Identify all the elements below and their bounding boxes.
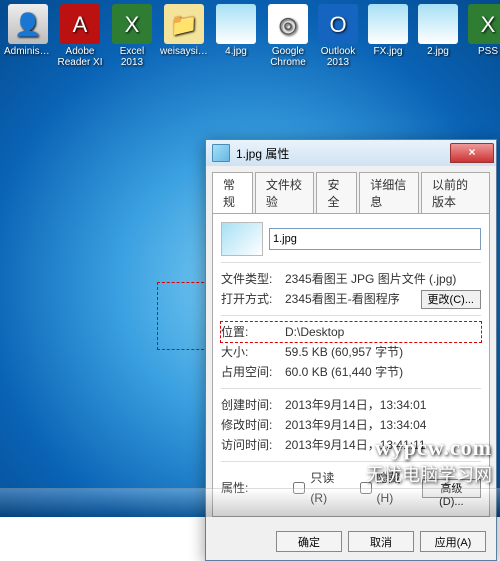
- icon-glyph: [368, 4, 408, 44]
- label-filetype: 文件类型:: [221, 269, 285, 289]
- taskbar[interactable]: [0, 488, 500, 517]
- value-filetype: 2345看图王 JPG 图片文件 (.jpg): [285, 269, 481, 289]
- icon-label: Adobe Reader XI: [56, 46, 104, 68]
- label-size: 大小:: [221, 342, 285, 362]
- selected-icon-highlight: [157, 282, 209, 350]
- label-sizeondisk: 占用空间:: [221, 362, 285, 382]
- label-accessed: 访问时间:: [221, 435, 285, 455]
- value-size: 59.5 KB (60,957 字节): [285, 342, 481, 362]
- desktop-icon[interactable]: ◎Google Chrome: [264, 4, 312, 72]
- icon-glyph: X: [468, 4, 500, 44]
- icon-glyph: X: [112, 4, 152, 44]
- desktop-icon[interactable]: AAdobe Reader XI: [56, 4, 104, 72]
- desktop-icon[interactable]: OOutlook 2013: [314, 4, 362, 72]
- value-openwith: 2345看图王-看图程序: [285, 289, 400, 309]
- icon-glyph: [216, 4, 256, 44]
- watermark-text: 无忧电脑学习网: [366, 461, 492, 487]
- value-modified: 2013年9月14日，13:34:04: [285, 415, 481, 435]
- desktop-icon[interactable]: 📁 weisaysim...: [160, 4, 208, 72]
- dialog-titlebar[interactable]: 1.jpg 属性 ×: [206, 140, 496, 166]
- label-openwith: 打开方式:: [221, 289, 285, 309]
- close-button[interactable]: ×: [450, 143, 494, 163]
- icon-label: Google Chrome: [264, 46, 312, 68]
- desktop-icon[interactable]: 4.jpg: [212, 4, 260, 72]
- icon-label: 2.jpg: [414, 46, 462, 57]
- icon-label: Administrat...: [4, 46, 52, 57]
- apply-button[interactable]: 应用(A): [420, 531, 486, 552]
- tab-2[interactable]: 安全: [316, 172, 357, 213]
- filename-input[interactable]: [269, 228, 481, 250]
- icon-label: 4.jpg: [212, 46, 260, 57]
- icon-glyph: O: [318, 4, 358, 44]
- desktop-icon[interactable]: 👤 Administrat...: [4, 4, 52, 72]
- label-created: 创建时间:: [221, 395, 285, 415]
- ok-button[interactable]: 确定: [276, 531, 342, 552]
- watermark-url: wypcw.com: [366, 435, 492, 461]
- icon-glyph: 📁: [164, 4, 204, 44]
- desktop-icon[interactable]: X PSS: [464, 4, 500, 72]
- label-location: 位置:: [221, 322, 285, 342]
- value-location: D:\Desktop: [285, 322, 481, 342]
- value-sizeondisk: 60.0 KB (61,440 字节): [285, 362, 481, 382]
- icon-label: FX.jpg: [364, 46, 412, 57]
- watermark: wypcw.com 无忧电脑学习网: [366, 435, 492, 487]
- dialog-title: 1.jpg 属性: [236, 145, 450, 162]
- desktop-icon[interactable]: FX.jpg: [364, 4, 412, 72]
- value-created: 2013年9月14日，13:34:01: [285, 395, 481, 415]
- file-thumbnail: [221, 222, 263, 256]
- desktop-icon[interactable]: XExcel 2013: [108, 4, 156, 72]
- tab-3[interactable]: 详细信息: [359, 172, 419, 213]
- cancel-button[interactable]: 取消: [348, 531, 414, 552]
- file-icon: [212, 144, 230, 162]
- icon-glyph: ◎: [268, 4, 308, 44]
- icon-glyph: A: [60, 4, 100, 44]
- tab-0[interactable]: 常规: [212, 172, 253, 213]
- dialog-button-row: 确定 取消 应用(A): [206, 523, 496, 560]
- tab-4[interactable]: 以前的版本: [421, 172, 490, 213]
- label-modified: 修改时间:: [221, 415, 285, 435]
- icon-label: PSS: [464, 46, 500, 57]
- desktop-icon[interactable]: 2.jpg: [414, 4, 462, 72]
- icon-label: Outlook 2013: [314, 46, 362, 68]
- icon-glyph: [418, 4, 458, 44]
- icon-glyph: 👤: [8, 4, 48, 44]
- tab-1[interactable]: 文件校验: [255, 172, 315, 213]
- icon-label: Excel 2013: [108, 46, 156, 68]
- icon-label: weisaysim...: [160, 46, 208, 57]
- dialog-tabs: 常规文件校验安全详细信息以前的版本: [206, 166, 496, 213]
- change-openwith-button[interactable]: 更改(C)...: [421, 290, 481, 309]
